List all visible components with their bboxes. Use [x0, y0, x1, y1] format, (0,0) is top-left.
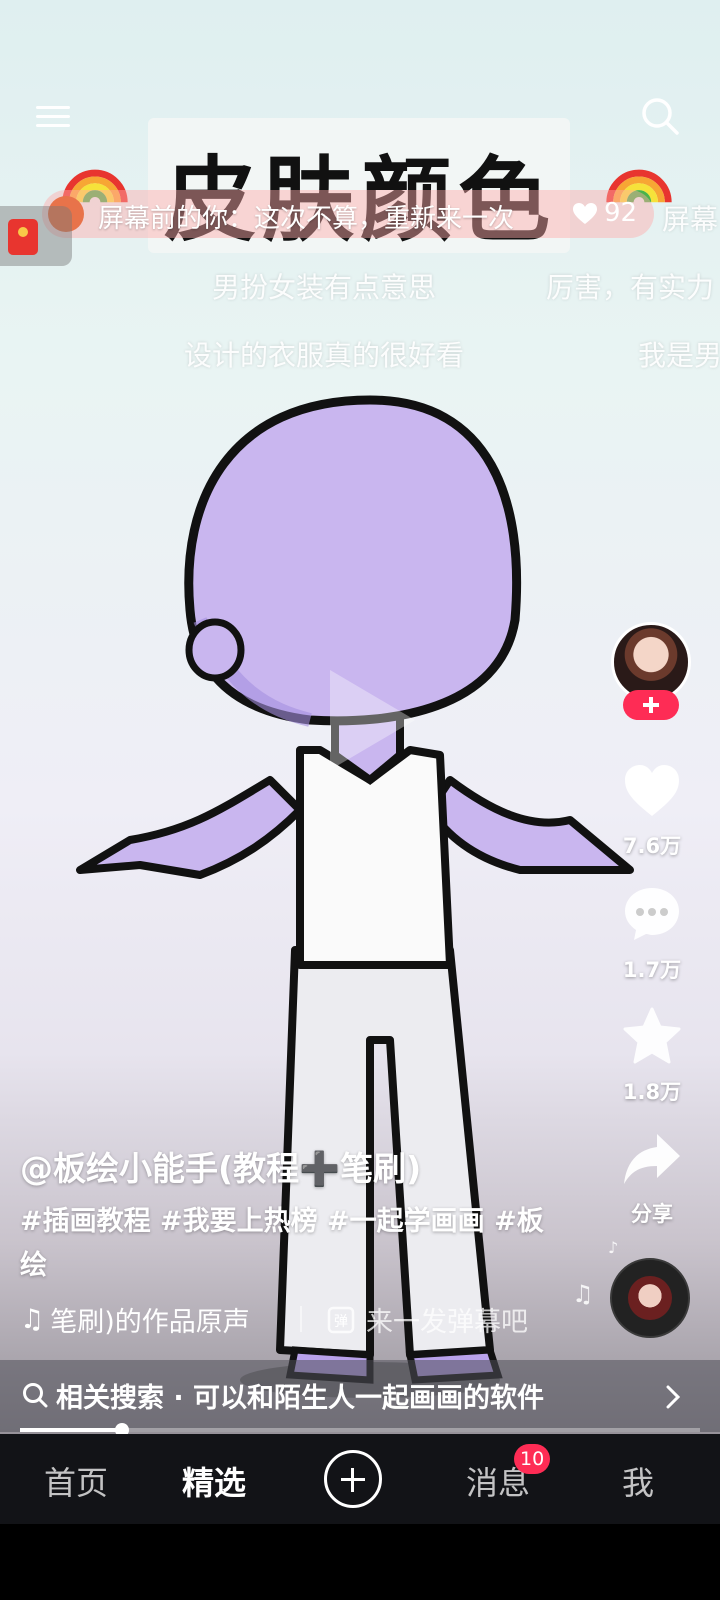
music-note-icon: ♫ [572, 1280, 594, 1308]
tab-me[interactable]: 我 [622, 1458, 654, 1504]
danmu-item: 男扮女装有点意思 [212, 271, 437, 304]
top-danmu-likes: 92 [604, 198, 638, 228]
comment-icon[interactable] [622, 884, 682, 944]
danmu-placeholder: 来一发弹幕吧 [366, 1307, 528, 1338]
add-icon[interactable] [324, 1450, 382, 1508]
search-icon [23, 1383, 48, 1408]
share-icon[interactable] [622, 1130, 682, 1190]
tab-home[interactable]: 首页 [44, 1458, 108, 1504]
music-title: 笔刷)的作品原声 [50, 1307, 250, 1338]
top-danmu-text: 屏幕前的你：这次不算，重新来一次 [98, 204, 515, 234]
music-note-icon: ♪ [608, 1238, 619, 1257]
svg-text:弹: 弹 [334, 1314, 348, 1330]
danmu-input[interactable]: 弹 来一发弹幕吧 [326, 1300, 528, 1339]
divider [300, 1306, 302, 1332]
danmu-icon: 弹 [327, 1306, 355, 1333]
danmu-item: 厉害，有实力 [546, 271, 715, 304]
search-icon[interactable] [640, 96, 680, 136]
progress-fill [20, 1428, 122, 1432]
share-label: 分享 [631, 1202, 673, 1226]
play-icon[interactable] [315, 660, 425, 780]
favorites-count: 1.8万 [622, 1080, 682, 1104]
top-danmu[interactable]: 屏幕前的你：这次不算，重新来一次 92 [42, 190, 654, 238]
menu-icon[interactable] [36, 100, 70, 134]
chevron-right-icon [666, 1385, 681, 1409]
red-packet-icon[interactable] [0, 206, 72, 266]
danmu-item: 屏幕 [662, 203, 719, 236]
danmu-item: 我是男 [638, 339, 720, 372]
comments-count: 1.7万 [622, 958, 682, 982]
system-navigation-bar [0, 1524, 720, 1600]
video-progress-bar[interactable] [20, 1423, 700, 1437]
star-icon[interactable] [622, 1006, 682, 1066]
danmu-item: 设计的衣服真的很好看 [184, 339, 465, 372]
related-search-text: 相关搜索 · 可以和陌生人一起画画的软件 [56, 1383, 545, 1414]
music-note-icon: ♫ [20, 1304, 45, 1335]
post-description[interactable]: #插画教程 #我要上热榜 #一起学画画 #板绘 [20, 1200, 550, 1288]
heart-icon[interactable] [572, 202, 598, 226]
tab-featured[interactable]: 精选 [182, 1458, 246, 1504]
author-name[interactable]: @板绘小能手(教程➕笔刷) [20, 1142, 421, 1190]
heart-icon[interactable] [622, 762, 682, 822]
music-info[interactable]: ♫ 笔刷)的作品原声 [20, 1300, 250, 1339]
likes-count: 7.6万 [622, 834, 682, 858]
music-disc[interactable] [610, 1258, 690, 1338]
follow-button[interactable] [623, 690, 679, 720]
messages-badge: 10 [514, 1444, 551, 1474]
related-search-bar[interactable]: 相关搜索 · 可以和陌生人一起画画的软件 [0, 1360, 720, 1432]
